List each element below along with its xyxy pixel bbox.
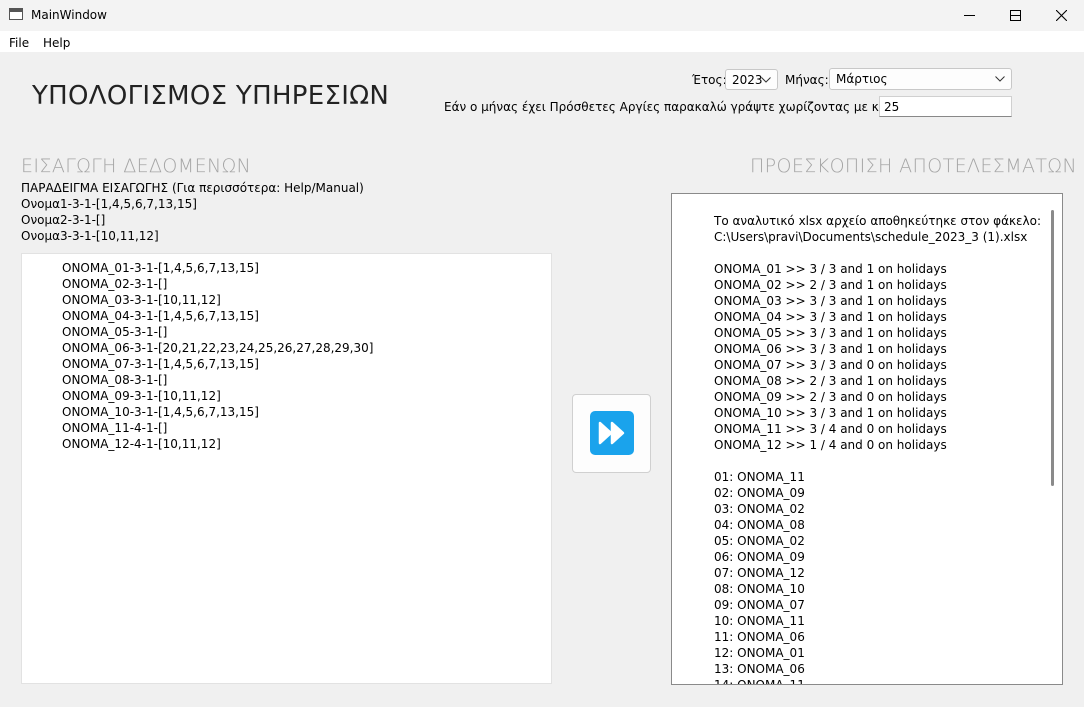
title-bar[interactable]: MainWindow [0,0,1084,31]
result-line: 11: ONOMA_06 [714,630,805,644]
result-line: ONOMA_08 >> 2 / 3 and 1 on holidays [714,374,947,388]
results-section-title: ΠΡΟΕΣΚΟΠΙΣΗ ΑΠΟΤΕΛΕΣΜΑΤΩΝ [750,155,1077,177]
year-select-value: 2023 [732,73,763,87]
result-line: ONOMA_06 >> 3 / 3 and 1 on holidays [714,342,947,356]
result-line: ONOMA_02 >> 2 / 3 and 1 on holidays [714,278,947,292]
result-line: ONOMA_07 >> 3 / 3 and 0 on holidays [714,358,947,372]
result-line: 05: ONOMA_02 [714,534,805,548]
result-line: ONOMA_12 >> 1 / 4 and 0 on holidays [714,438,947,452]
input-line: ONOMA_01-3-1-[1,4,5,6,7,13,15] [62,261,259,275]
month-select-value: Μάρτιος [836,72,888,86]
input-line: ONOMA_10-3-1-[1,4,5,6,7,13,15] [62,405,259,419]
month-label: Μήνας: [785,73,829,87]
input-line: ONOMA_03-3-1-[10,11,12] [62,293,221,307]
result-line: ONOMA_03 >> 3 / 3 and 1 on holidays [714,294,947,308]
window-title: MainWindow [31,8,107,22]
result-line: 03: ONOMA_02 [714,502,805,516]
holidays-input[interactable]: 25 [879,96,1012,117]
month-select[interactable]: Μάρτιος [829,68,1012,90]
result-line: 09: ONOMA_07 [714,598,805,612]
result-line: ONOMA_04 >> 3 / 3 and 1 on holidays [714,310,947,324]
maximize-button[interactable] [992,0,1038,31]
close-icon [1056,10,1067,21]
result-line: 02: ONOMA_09 [714,486,805,500]
run-button[interactable] [572,394,651,473]
result-line: 06: ONOMA_09 [714,550,805,564]
year-label: Έτος: [692,73,727,87]
input-line: ONOMA_07-3-1-[1,4,5,6,7,13,15] [62,357,259,371]
result-line: 12: ONOMA_01 [714,646,805,660]
example-line: Ονομα2-3-1-[] [21,213,106,227]
input-line: ONOMA_08-3-1-[] [62,373,168,387]
result-line: ONOMA_05 >> 3 / 3 and 1 on holidays [714,326,947,340]
result-line: 01: ONOMA_11 [714,470,805,484]
input-section-title: ΕΙΣΑΓΩΓΗ ΔΕΔΟΜΕΝΩΝ [21,155,252,177]
example-line: Ονομα3-3-1-[10,11,12] [21,229,159,243]
window-app-icon [9,8,23,20]
results-textarea[interactable]: Το αναλυτικό xlsx αρχείο αποθηκεύτηκε στ… [671,193,1063,685]
input-line: ONOMA_11-4-1-[] [62,421,168,435]
chevron-down-icon [995,76,1005,82]
result-line: 10: ONOMA_11 [714,614,805,628]
result-line: ONOMA_11 >> 3 / 4 and 0 on holidays [714,422,947,436]
result-line: C:\Users\pravi\Documents\schedule_2023_3… [714,230,1028,244]
year-select[interactable]: 2023 [725,69,778,90]
fast-forward-icon [590,411,634,455]
result-line: ONOMA_09 >> 2 / 3 and 0 on holidays [714,390,947,404]
result-line: 07: ONOMA_12 [714,566,805,580]
minimize-button-area[interactable] [946,0,992,31]
input-line: ONOMA_06-3-1-[20,21,22,23,24,25,26,27,28… [62,341,374,355]
result-line: 04: ONOMA_08 [714,518,805,532]
holidays-label: Εάν ο μήνας έχει Πρόσθετες Αργίες παρακα… [444,100,927,114]
close-button[interactable] [1038,0,1084,31]
holidays-input-value: 25 [884,100,900,114]
input-line: ONOMA_09-3-1-[10,11,12] [62,389,221,403]
result-line: 13: ONOMA_06 [714,662,805,676]
result-line: 08: ONOMA_10 [714,582,805,596]
input-line: ONOMA_04-3-1-[1,4,5,6,7,13,15] [62,309,259,323]
input-textarea[interactable]: ONOMA_01-3-1-[1,4,5,6,7,13,15] ONOMA_02-… [21,253,552,684]
menu-bar: File Help [0,31,1084,52]
menu-file[interactable]: File [9,36,29,50]
example-line: Ονομα1-3-1-[1,4,5,6,7,13,15] [21,197,197,211]
maximize-icon [1010,10,1021,21]
menu-help[interactable]: Help [43,36,70,50]
app-heading: ΥΠΟΛΟΓΙΣΜΟΣ ΥΠΗΡΕΣΙΩΝ [32,81,390,111]
chevron-down-icon [761,77,771,83]
example-line: ΠΑΡΑΔΕΙΓΜΑ ΕΙΣΑΓΩΓΗΣ (Για περισσότερα: H… [21,181,364,195]
result-line: 14: ONOMA_11 [714,678,805,685]
input-line: ONOMA_05-3-1-[] [62,325,168,339]
results-scrollbar[interactable] [1051,210,1054,486]
input-line: ONOMA_02-3-1-[] [62,277,168,291]
result-line: Το αναλυτικό xlsx αρχείο αποθηκεύτηκε στ… [714,214,1042,228]
input-line: ONOMA_12-4-1-[10,11,12] [62,437,221,451]
result-line: ONOMA_10 >> 3 / 3 and 1 on holidays [714,406,947,420]
result-line: ONOMA_01 >> 3 / 3 and 1 on holidays [714,262,947,276]
minimize-icon [964,15,975,16]
